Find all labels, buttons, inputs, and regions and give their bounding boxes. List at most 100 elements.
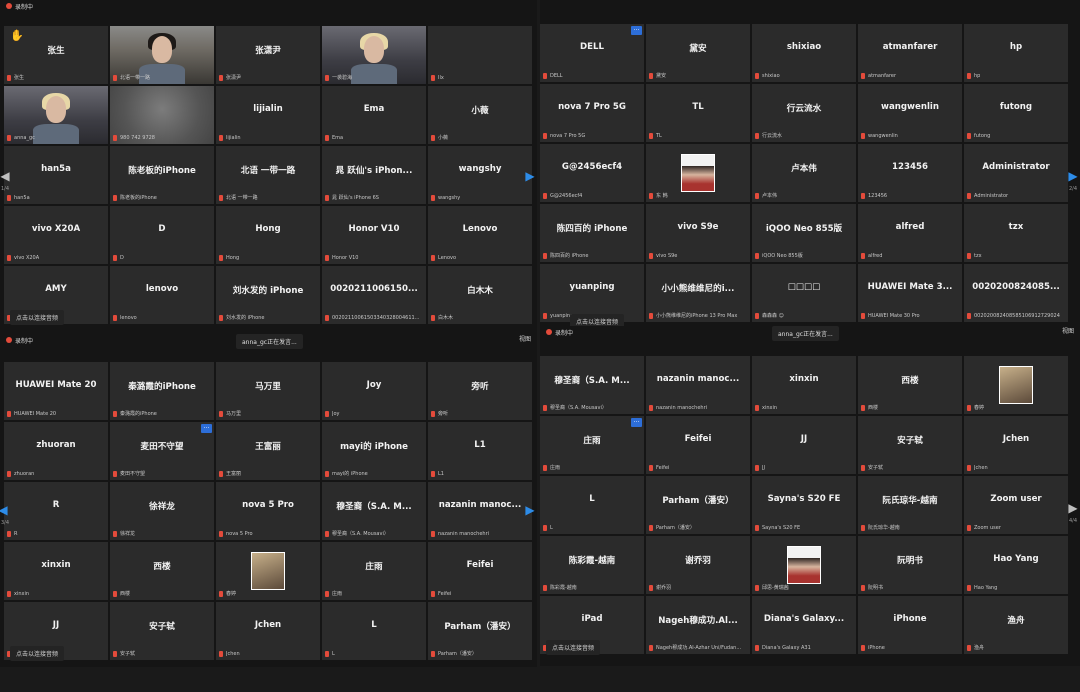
participant-tile[interactable]: nova 5 Pro nova 5 Pro [216,482,320,540]
participant-tile[interactable]: Zoom user Zoom user [964,476,1068,534]
participant-tile[interactable]: tzx tzx [964,204,1068,262]
participant-tile[interactable]: HUAWEI Mate 20 HUAWEI Mate 20 [4,362,108,420]
participant-tile[interactable]: zhuoran zhuoran [4,422,108,480]
reconnect-audio-hint[interactable]: 点击以连接音频 [10,646,65,661]
participant-tile[interactable]: xinxin xinxin [752,356,856,414]
participant-tile[interactable]: 张潇尹 张潇尹 [216,26,320,84]
participant-tile[interactable]: 东 韩 [646,144,750,202]
participant-tile[interactable]: alfred alfred [858,204,962,262]
participant-tile[interactable]: LL [540,476,644,534]
participant-tile[interactable]: 小薇 小薇 [428,86,532,144]
participant-tile[interactable]: Jchen Jchen [216,602,320,660]
participant-tile[interactable]: 张生 张生 ✋ [4,26,108,84]
participant-tile[interactable]: TL TL [646,84,750,142]
participant-tile[interactable]: 徐祥龙 徐祥龙 [110,482,214,540]
participant-tile[interactable]: 阮氏琼华-越南 阮氏琼华-越南 [858,476,962,534]
participant-tile[interactable]: 庄雨 庄雨 ··· [540,416,644,474]
participant-tile[interactable]: 0020200824085... 002020082408585106912729… [964,264,1068,322]
participant-tile[interactable]: 123456 123456 [858,144,962,202]
participant-tile[interactable]: mayi的 iPhone mayi的 iPhone [322,422,426,480]
participant-tile[interactable]: iQOO Neo 855版 iQOO Neo 855版 [752,204,856,262]
participant-tile[interactable]: 西楼 西楼 [110,542,214,600]
participant-tile[interactable]: 白木木 白木木 [428,266,532,324]
participant-tile[interactable]: Parham（潘安） Parham（潘安） [428,602,532,660]
participant-tile[interactable]: vivo X20A vivo X20A [4,206,108,264]
participant-tile[interactable]: shixiao shixiao [752,24,856,82]
next-page-button[interactable]: ▶ [523,496,537,524]
view-button[interactable]: 视图 [1062,326,1074,335]
participant-tile[interactable]: JJ JJ [752,416,856,474]
participant-tile[interactable]: 0020211006150... 002021100615033403280046… [322,266,426,324]
participant-tile[interactable]: Jchen Jchen [964,416,1068,474]
participant-tile[interactable]: 黛安 黛安 [646,24,750,82]
participant-tile[interactable]: han5a han5a [4,146,108,204]
participant-tile[interactable]: 陈四百的 iPhone 陈四百的 iPhone [540,204,644,262]
participant-tile[interactable]: 阮明书 阮明书 [858,536,962,594]
participant-tile[interactable]: 秦潞霞的iPhone 秦潞霞的iPhone [110,362,214,420]
more-options-icon[interactable]: ··· [201,424,212,433]
participant-tile[interactable]: DD [110,206,214,264]
participant-tile[interactable]: Hao Yang Hao Yang [964,536,1068,594]
participant-tile[interactable]: 安子轼 安子轼 [858,416,962,474]
participant-tile[interactable]: 陈彩霞-越南 陈彩霞-越南 [540,536,644,594]
more-options-icon[interactable]: ··· [631,26,642,35]
participant-tile[interactable]: 旁听 旁听 [428,362,532,420]
participant-tile[interactable]: Nageh穆成功.Al... Nageh穆成功.Al-Azhar Uni/Fuda… [646,596,750,654]
participant-tile[interactable]: vivo S9e vivo S9e [646,204,750,262]
participant-tile[interactable]: 980 742 9728 [110,86,214,144]
participant-tile[interactable]: wangshy wangshy [428,146,532,204]
participant-tile[interactable]: 谢乔羽 谢乔羽 [646,536,750,594]
participant-tile[interactable]: □□□□ 森森森 ☺ [752,264,856,322]
participant-tile[interactable]: LL [322,602,426,660]
participant-tile[interactable]: hp hp [964,24,1068,82]
view-button[interactable]: 视图 [519,334,531,343]
participant-tile[interactable]: 北语 一带一路 北语 一带一路 [216,146,320,204]
participant-tile[interactable]: Feifei Feifei [646,416,750,474]
participant-tile[interactable]: Honor V10 Honor V10 [322,206,426,264]
participant-tile[interactable]: 穆圣裔（S.A. M... 穆圣裔（S.A. Mousavi） [540,356,644,414]
more-options-icon[interactable]: ··· [631,418,642,427]
participant-tile[interactable]: 春婷 [216,542,320,600]
participant-tile[interactable]: Administrator Administrator [964,144,1068,202]
participant-tile[interactable]: lenovo lenovo [110,266,214,324]
participant-tile[interactable]: RR [4,482,108,540]
reconnect-audio-hint[interactable]: 点击以连接音频 [546,640,601,655]
participant-tile[interactable]: 马万里 马万里 [216,362,320,420]
participant-tile[interactable]: atmanfarer atmanfarer [858,24,962,82]
participant-tile[interactable]: 一袭碧海 [322,26,426,84]
participant-tile[interactable]: 北语一带一路 [110,26,214,84]
participant-tile[interactable]: 行云流水 行云流水 [752,84,856,142]
participant-tile[interactable]: 渔舟 渔舟 [964,596,1068,654]
participant-tile[interactable]: Ilx [428,26,532,84]
participant-tile[interactable]: lijialin lijialin [216,86,320,144]
participant-tile[interactable]: Diana's Galaxy... Diana's Galaxy A31 [752,596,856,654]
participant-tile[interactable]: 麦田不守望 麦田不守望 ··· [110,422,214,480]
participant-tile[interactable]: Lenovo Lenovo [428,206,532,264]
participant-tile[interactable]: nova 7 Pro 5G nova 7 Pro 5G [540,84,644,142]
participant-tile[interactable]: 王富丽 王富丽 [216,422,320,480]
participant-tile[interactable]: 春婷 [964,356,1068,414]
participant-tile[interactable]: 西楼 西楼 [858,356,962,414]
participant-tile[interactable]: nazanin manoc... nazanin manochehri [646,356,750,414]
participant-tile[interactable]: anna_gc [4,86,108,144]
participant-tile[interactable]: 穆圣裔（S.A. M... 穆圣裔（S.A. Mousavi） [322,482,426,540]
participant-tile[interactable]: G@2456ecf4 G@2456ecf4 [540,144,644,202]
participant-tile[interactable]: 小小熊维维尼的i... 小小熊维维尼的iPhone 13 Pro Max [646,264,750,322]
participant-tile[interactable]: 邱思-黄瑞茜 [752,536,856,594]
participant-tile[interactable]: 庄雨 庄雨 [322,542,426,600]
participant-tile[interactable]: 卢本伟 卢本伟 [752,144,856,202]
reconnect-audio-hint[interactable]: 点击以连接音频 [10,310,65,325]
prev-page-button[interactable]: ◀ [540,494,541,522]
participant-tile[interactable]: 安子轼 安子轼 [110,602,214,660]
participant-tile[interactable]: Ema Ema [322,86,426,144]
next-page-button[interactable]: ▶ [523,162,537,190]
participant-tile[interactable]: 晁 跃仙's iPhon... 晁 跃仙's iPhone 6S [322,146,426,204]
participant-tile[interactable]: Sayna's S20 FE Sayna's S20 FE [752,476,856,534]
participant-tile[interactable]: Parham（潘安） Parham（潘安） [646,476,750,534]
participant-tile[interactable]: HUAWEI Mate 3... HUAWEI Mate 30 Pro [858,264,962,322]
participant-tile[interactable]: 陈老板的iPhone 陈老板的iPhone [110,146,214,204]
participant-tile[interactable]: Hong Hong [216,206,320,264]
participant-tile[interactable]: xinxin xinxin [4,542,108,600]
participant-tile[interactable]: Joy Joy [322,362,426,420]
participant-tile[interactable]: iPhone iPhone [858,596,962,654]
